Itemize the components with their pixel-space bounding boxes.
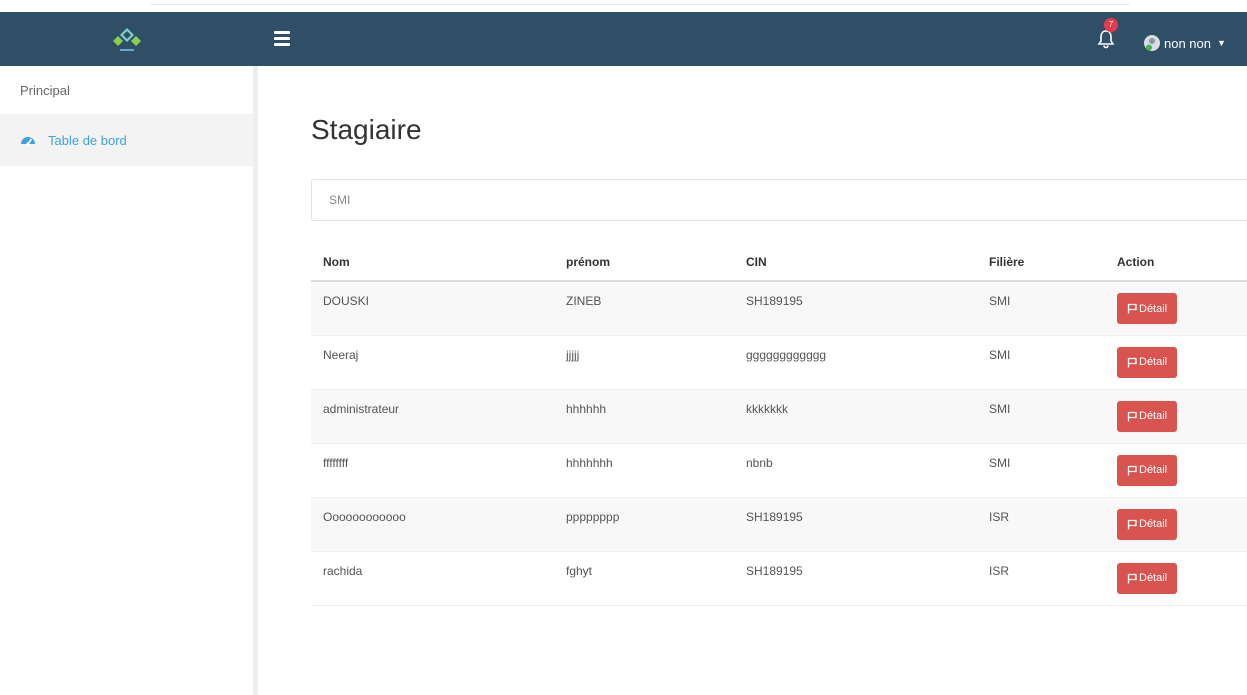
detail-button-label: Détail <box>1139 572 1168 584</box>
detail-button-label: Détail <box>1139 356 1168 368</box>
detail-button[interactable]: Détail <box>1117 562 1178 594</box>
sidebar-item-label: Table de bord <box>48 132 127 148</box>
chevron-down-icon: ▼ <box>1217 38 1226 48</box>
app-logo[interactable] <box>110 25 144 55</box>
detail-button-label: Détail <box>1139 302 1168 315</box>
detail-button[interactable]: Détail <box>1117 508 1178 540</box>
stagiaire-table: Nom prénom CIN Filière Action DOUSKI ZIN… <box>311 243 1247 606</box>
cell-nom: administrateur <box>311 389 554 444</box>
table-row: Neeraj jjjjj gggggggggggg SMI Détail <box>311 335 1247 390</box>
detail-button[interactable]: Détail <box>1117 454 1178 486</box>
cell-nom: Oooooooooooo <box>311 497 554 552</box>
dashboard-gauge-icon <box>21 137 35 146</box>
top-navbar: 7 non non ▼ <box>0 12 1247 66</box>
detail-button[interactable]: Détail <box>1117 293 1178 324</box>
cell-nom: DOUSKI <box>311 281 554 336</box>
column-header-cin: CIN <box>734 243 977 282</box>
cell-cin: gggggggggggg <box>734 335 977 390</box>
cell-filiere: SMI <box>977 443 1105 498</box>
cell-action: Détail <box>1105 551 1247 606</box>
cell-cin: SH189195 <box>734 497 977 552</box>
detail-button-label: Détail <box>1139 464 1168 476</box>
cell-nom: Neeraj <box>311 335 554 390</box>
cell-action: Détail <box>1105 389 1247 444</box>
cell-cin: SH189195 <box>734 281 977 336</box>
flag-icon <box>1127 519 1137 529</box>
cell-prenom: pppppppp <box>554 497 734 552</box>
cell-action: Détail <box>1105 281 1247 336</box>
notification-badge: 7 <box>1104 18 1118 32</box>
detail-button-label: Détail <box>1139 518 1168 530</box>
flag-icon <box>1127 573 1137 583</box>
page-title: Stagiaire <box>311 114 422 145</box>
detail-button[interactable]: Détail <box>1117 400 1178 432</box>
cell-nom: rachida <box>311 551 554 606</box>
flag-icon <box>1127 465 1137 475</box>
cell-filiere: SMI <box>977 335 1105 390</box>
sidebar-item-dashboard[interactable]: Table de bord <box>0 114 253 166</box>
cell-prenom: hhhhhh <box>554 389 734 444</box>
table-row: DOUSKI ZINEB SH189195 SMI Détail <box>311 281 1247 336</box>
table-row: ffffffff hhhhhhh nbnb SMI Détail <box>311 443 1247 498</box>
filiere-filter-input[interactable] <box>311 179 1247 221</box>
user-name: non non <box>1164 35 1211 51</box>
column-header-nom: Nom <box>311 243 554 282</box>
table-header-row: Nom prénom CIN Filière Action <box>311 243 1247 282</box>
cell-filiere: ISR <box>977 497 1105 552</box>
menu-toggle-icon[interactable] <box>274 31 290 46</box>
cell-action: Détail <box>1105 443 1247 498</box>
column-header-filiere: Filière <box>977 243 1105 282</box>
user-menu[interactable]: non non ▼ <box>1144 33 1226 53</box>
cell-cin: nbnb <box>734 443 977 498</box>
cell-prenom: fghyt <box>554 551 734 606</box>
cell-cin: kkkkkkk <box>734 389 977 444</box>
column-header-prenom: prénom <box>554 243 734 282</box>
table-row: Oooooooooooo pppppppp SH189195 ISR Détai… <box>311 497 1247 552</box>
sidebar-heading: Principal <box>20 83 70 98</box>
top-strip <box>0 0 1247 12</box>
column-header-action: Action <box>1105 243 1247 282</box>
cell-nom: ffffffff <box>311 443 554 498</box>
top-divider <box>150 4 1130 5</box>
cell-action: Détail <box>1105 497 1247 552</box>
cell-prenom: jjjjj <box>554 335 734 390</box>
cell-filiere: SMI <box>977 281 1105 336</box>
cell-prenom: ZINEB <box>554 281 734 336</box>
cell-prenom: hhhhhhh <box>554 443 734 498</box>
main-content: Stagiaire Nom prénom CIN Filière Action … <box>263 66 1247 695</box>
cell-filiere: ISR <box>977 551 1105 606</box>
table-row: rachida fghyt SH189195 ISR Détail <box>311 551 1247 606</box>
table-row: administrateur hhhhhh kkkkkkk SMI Détail <box>311 389 1247 444</box>
flag-icon <box>1127 303 1137 314</box>
user-avatar-icon <box>1144 35 1160 51</box>
cell-filiere: SMI <box>977 389 1105 444</box>
detail-button[interactable]: Détail <box>1117 346 1178 378</box>
cell-cin: SH189195 <box>734 551 977 606</box>
sidebar: Principal Table de bord <box>0 66 258 695</box>
cell-action: Détail <box>1105 335 1247 390</box>
detail-button-label: Détail <box>1139 410 1168 422</box>
flag-icon <box>1127 411 1137 421</box>
flag-icon <box>1127 357 1137 367</box>
